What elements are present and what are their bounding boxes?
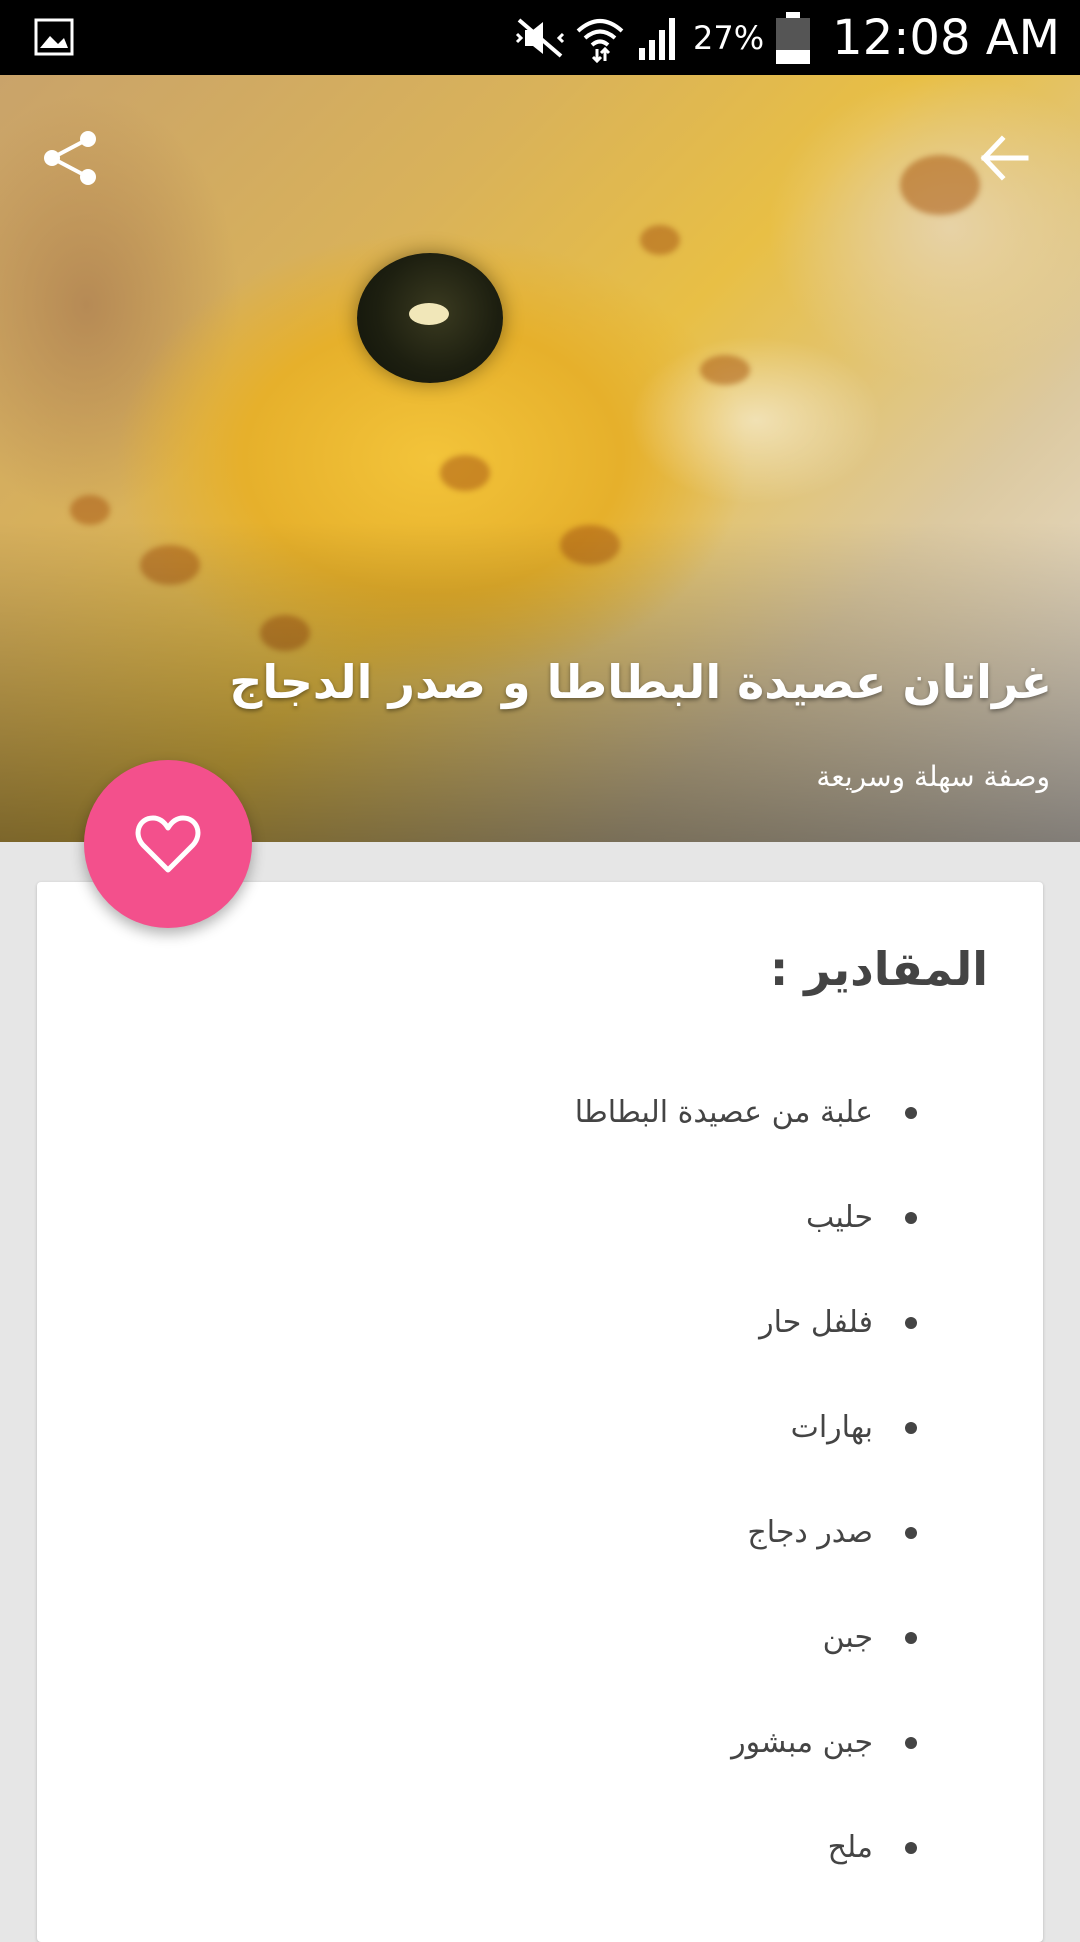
recipe-hero-image: غراتان عصيدة البطاطا و صدر الدجاج وصفة س… [0, 75, 1080, 842]
list-item: بهارات [37, 1375, 1043, 1480]
list-item: صدر دجاج [37, 1480, 1043, 1585]
bullet-icon [905, 1421, 917, 1434]
ingredient-text: صدر دجاج [747, 1515, 873, 1550]
list-item: علبة من عصيدة البطاطا [37, 1060, 1043, 1165]
list-item: حليب [37, 1165, 1043, 1270]
bullet-icon [905, 1106, 917, 1119]
ingredient-text: فلفل حار [759, 1305, 873, 1340]
bullet-icon [905, 1631, 917, 1644]
mute-icon [515, 17, 565, 58]
signal-icon [639, 17, 676, 60]
ingredient-text: جبن مبشور [731, 1725, 873, 1760]
ingredient-text: حليب [806, 1200, 873, 1235]
bullet-icon [905, 1211, 917, 1224]
ingredient-text: علبة من عصيدة البطاطا [574, 1095, 873, 1130]
bullet-icon [905, 1841, 917, 1854]
heart-icon [135, 815, 201, 873]
ingredients-title: المقادير : [769, 942, 988, 996]
status-icons: 27% 12:08 AM [515, 0, 1060, 75]
ingredients-card: المقادير : علبة من عصيدة البطاطا حليب فل… [37, 882, 1043, 1942]
list-item: ملح [37, 1795, 1043, 1900]
ingredient-text: بهارات [790, 1410, 873, 1445]
ingredient-text: ملح [827, 1830, 873, 1865]
back-arrow-icon[interactable] [972, 125, 1038, 191]
list-item: فلفل حار [37, 1270, 1043, 1375]
wifi-icon [576, 18, 624, 63]
recipe-subtitle: وصفة سهلة وسريعة [816, 760, 1050, 793]
clock: 12:08 AM [832, 9, 1060, 66]
bullet-icon [905, 1736, 917, 1749]
olive-detail [357, 253, 503, 383]
list-item: جبن مبشور [37, 1690, 1043, 1795]
status-bar: 27% 12:08 AM [0, 0, 1080, 75]
ingredients-list: علبة من عصيدة البطاطا حليب فلفل حار بهار… [37, 1060, 1043, 1900]
list-item: جبن [37, 1585, 1043, 1690]
bullet-icon [905, 1526, 917, 1539]
bullet-icon [905, 1316, 917, 1329]
gallery-icon [34, 18, 74, 56]
battery-icon [776, 11, 811, 64]
ingredient-text: جبن [822, 1620, 873, 1655]
battery-percent: 27% [693, 18, 765, 57]
recipe-title: غراتان عصيدة البطاطا و صدر الدجاج [229, 655, 1052, 709]
favorite-button[interactable] [84, 760, 252, 928]
share-icon[interactable] [38, 125, 104, 191]
